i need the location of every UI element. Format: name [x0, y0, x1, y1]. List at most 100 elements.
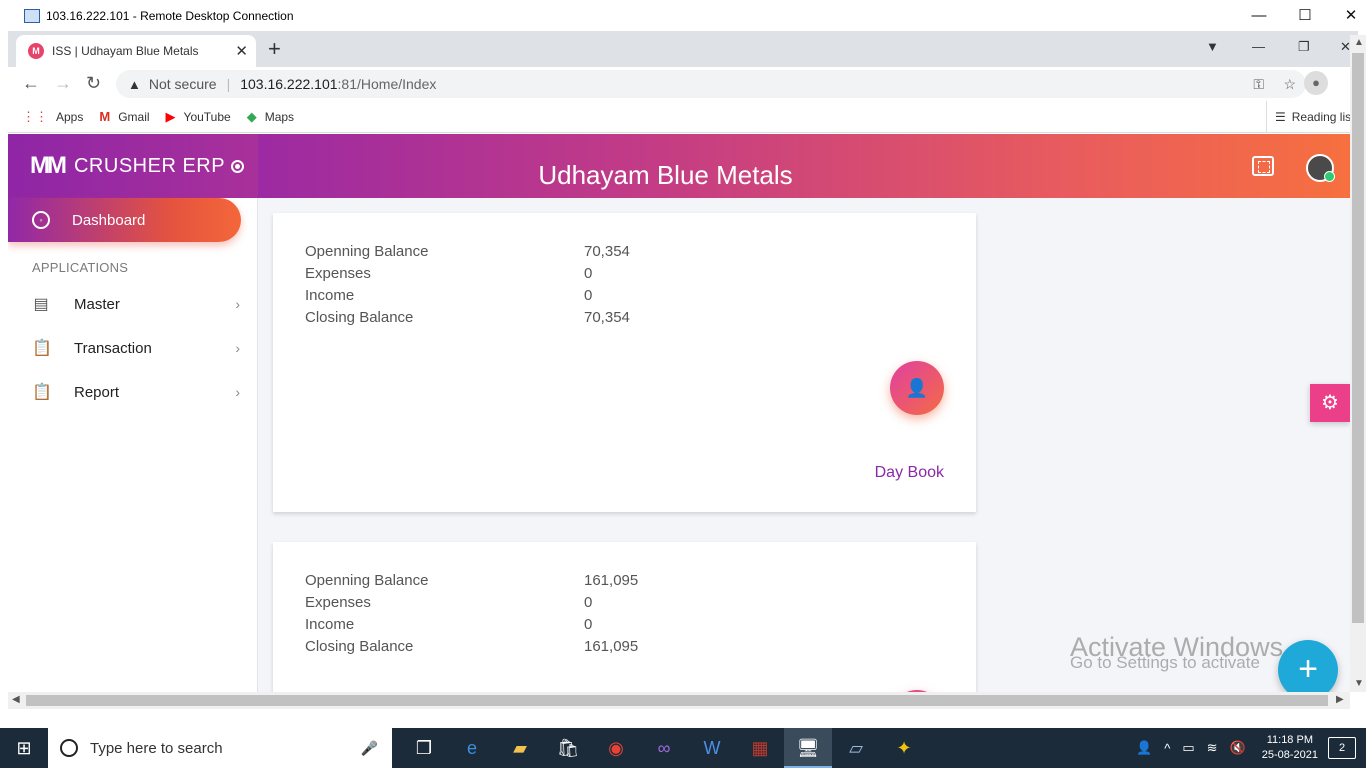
- task-view-icon[interactable]: ❐: [400, 728, 448, 768]
- notepad-icon[interactable]: ▱: [832, 728, 880, 768]
- window-minimize-icon[interactable]: —: [1252, 39, 1265, 54]
- bookmark-label: Maps: [264, 109, 295, 124]
- people-icon[interactable]: 👤: [1136, 740, 1152, 756]
- watermark-line2: Go to Settings to activate: [1070, 653, 1260, 672]
- new-tab-button[interactable]: +: [268, 36, 281, 62]
- row-value: 161,095: [584, 638, 639, 655]
- minimize-button[interactable]: —: [1236, 0, 1282, 31]
- battery-icon[interactable]: ▭: [1182, 740, 1194, 756]
- row-value: 70,354: [584, 309, 630, 326]
- sidebar-item-dashboard[interactable]: ◦ Dashboard: [8, 198, 241, 242]
- volume-muted-icon[interactable]: 🔇: [1230, 740, 1246, 756]
- file-explorer-icon[interactable]: ▰: [496, 728, 544, 768]
- bookmarks-bar: ⋮⋮ Apps M Gmail ▶ YouTube ◆ Maps ☰ Reading li…: [8, 101, 1358, 133]
- winrar-icon[interactable]: ▦: [736, 728, 784, 768]
- brand[interactable]: MM CRUSHER ERP: [8, 134, 258, 198]
- maps-icon: ◆: [246, 108, 257, 124]
- tab-search-icon[interactable]: ▼: [1206, 39, 1219, 54]
- microphone-icon[interactable]: 🎤: [361, 740, 378, 757]
- horizontal-scrollbar[interactable]: ◀ ▶: [8, 692, 1350, 709]
- balance-row: Expenses 0: [305, 594, 592, 611]
- wps-office-icon[interactable]: W: [688, 728, 736, 768]
- user-icon-button[interactable]: 👤: [890, 361, 944, 415]
- scroll-up-icon[interactable]: ▲: [1354, 37, 1364, 48]
- rdp-app-icon: [24, 8, 40, 23]
- taskbar-search[interactable]: Type here to search 🎤: [48, 728, 392, 768]
- not-secure-label[interactable]: Not secure: [149, 76, 217, 92]
- fullscreen-icon[interactable]: [1252, 156, 1274, 176]
- row-label: Closing Balance: [305, 638, 414, 655]
- clock[interactable]: 11:18 PM 25-08-2021: [1262, 733, 1318, 763]
- scrollbar-thumb[interactable]: [26, 695, 1328, 706]
- scroll-down-icon[interactable]: ▼: [1354, 678, 1364, 689]
- close-button[interactable]: ✕: [1328, 0, 1366, 31]
- sidebar-item-label: Dashboard: [72, 211, 146, 229]
- vertical-scrollbar[interactable]: ▲ ▼: [1350, 35, 1366, 692]
- bookmark-star-icon[interactable]: ☆: [1283, 76, 1296, 93]
- url-host: 103.16.222.101: [240, 76, 338, 92]
- header-title: Udhayam Blue Metals: [538, 160, 793, 190]
- sidebar-item-report[interactable]: 📋 Report ›: [8, 370, 258, 414]
- remote-desktop-icon[interactable]: 🖥: [784, 728, 832, 768]
- row-value: 0: [584, 594, 593, 611]
- sticky-app-icon[interactable]: ✦: [880, 728, 928, 768]
- bookmark-youtube[interactable]: ▶ YouTube: [166, 109, 231, 125]
- key-icon[interactable]: ⚿: [1253, 76, 1264, 93]
- tab-close-icon[interactable]: ✕: [235, 42, 248, 60]
- balance-row: Expenses 0: [305, 265, 592, 282]
- user-avatar[interactable]: [1306, 154, 1335, 182]
- scroll-right-icon[interactable]: ▶: [1336, 694, 1344, 705]
- browser-tab[interactable]: M ISS | Udhayam Blue Metals ✕: [16, 35, 256, 67]
- day-book-link[interactable]: Day Book: [875, 464, 944, 482]
- bookmark-label: Gmail: [118, 109, 150, 124]
- reading-list[interactable]: ☰ Reading list: [1266, 101, 1358, 133]
- sidebar-toggle-icon[interactable]: [231, 159, 245, 173]
- cortana-icon: [60, 739, 78, 757]
- omnibox[interactable]: ▲ Not secure | 103.16.222.101:81/Home/In…: [116, 70, 1306, 98]
- reload-icon[interactable]: ↻: [86, 73, 101, 94]
- chrome-icon[interactable]: ◉: [592, 728, 640, 768]
- reading-list-icon: ☰: [1275, 110, 1286, 124]
- site-favicon-icon: M: [28, 43, 44, 59]
- url-text[interactable]: 103.16.222.101:81/Home/Index: [240, 76, 436, 92]
- sidebar-item-transaction[interactable]: 📋 Transaction ›: [8, 326, 258, 370]
- scroll-left-icon[interactable]: ◀: [12, 694, 20, 705]
- notification-center-icon[interactable]: 2: [1328, 737, 1356, 759]
- balance-row: Income 0: [305, 287, 592, 304]
- add-button[interactable]: +: [1278, 640, 1338, 692]
- app-header: Udhayam Blue Metals: [258, 134, 1350, 198]
- row-label: Income: [305, 287, 355, 304]
- balance-row: Openning Balance 70,354: [305, 243, 630, 260]
- system-tray: 👤 ^ ▭ ≋ 🔇 11:18 PM 25-08-2021 2: [1130, 728, 1366, 768]
- edge-icon[interactable]: e: [448, 728, 496, 768]
- omnibox-divider: |: [226, 76, 231, 92]
- forward-icon[interactable]: →: [54, 73, 72, 94]
- row-label: Openning Balance: [305, 572, 429, 589]
- chevron-right-icon: ›: [235, 296, 240, 312]
- tray-overflow-icon[interactable]: ^: [1164, 741, 1170, 756]
- settings-gear-button[interactable]: ⚙: [1310, 384, 1350, 422]
- activate-windows-watermark: Activate Windows Go to Settings to activ…: [1070, 632, 1283, 673]
- web-app: Udhayam Blue Metals MM CRUSHER ERP ◦ Das…: [8, 134, 1350, 692]
- wifi-icon[interactable]: ≋: [1207, 740, 1218, 756]
- bookmark-maps[interactable]: ◆ Maps: [247, 109, 294, 125]
- maximize-button[interactable]: ☐: [1282, 0, 1328, 31]
- visual-studio-icon[interactable]: ∞: [640, 728, 688, 768]
- row-label: Expenses: [305, 265, 371, 282]
- windows-start-icon[interactable]: ⊞: [0, 728, 48, 768]
- back-icon[interactable]: ←: [22, 73, 40, 94]
- clock-date: 25-08-2021: [1261, 749, 1318, 761]
- browser-tab-bar: M ISS | Udhayam Blue Metals ✕ + ▼ — ❐ ✕: [8, 31, 1358, 67]
- tab-title: ISS | Udhayam Blue Metals: [52, 44, 199, 58]
- window-restore-icon[interactable]: ❐: [1298, 39, 1310, 55]
- store-icon[interactable]: 🛍: [544, 728, 592, 768]
- profile-icon[interactable]: ●: [1304, 71, 1328, 95]
- bookmark-apps[interactable]: ⋮⋮ Apps: [22, 109, 83, 125]
- row-label: Openning Balance: [305, 243, 429, 260]
- bookmark-gmail[interactable]: M Gmail: [99, 109, 149, 124]
- section-label: APPLICATIONS: [32, 260, 129, 275]
- scrollbar-thumb[interactable]: [1352, 53, 1364, 623]
- sidebar-item-master[interactable]: ▤ Master ›: [8, 282, 258, 326]
- url-path: :81/Home/Index: [337, 76, 437, 92]
- bookmark-label: YouTube: [183, 109, 231, 124]
